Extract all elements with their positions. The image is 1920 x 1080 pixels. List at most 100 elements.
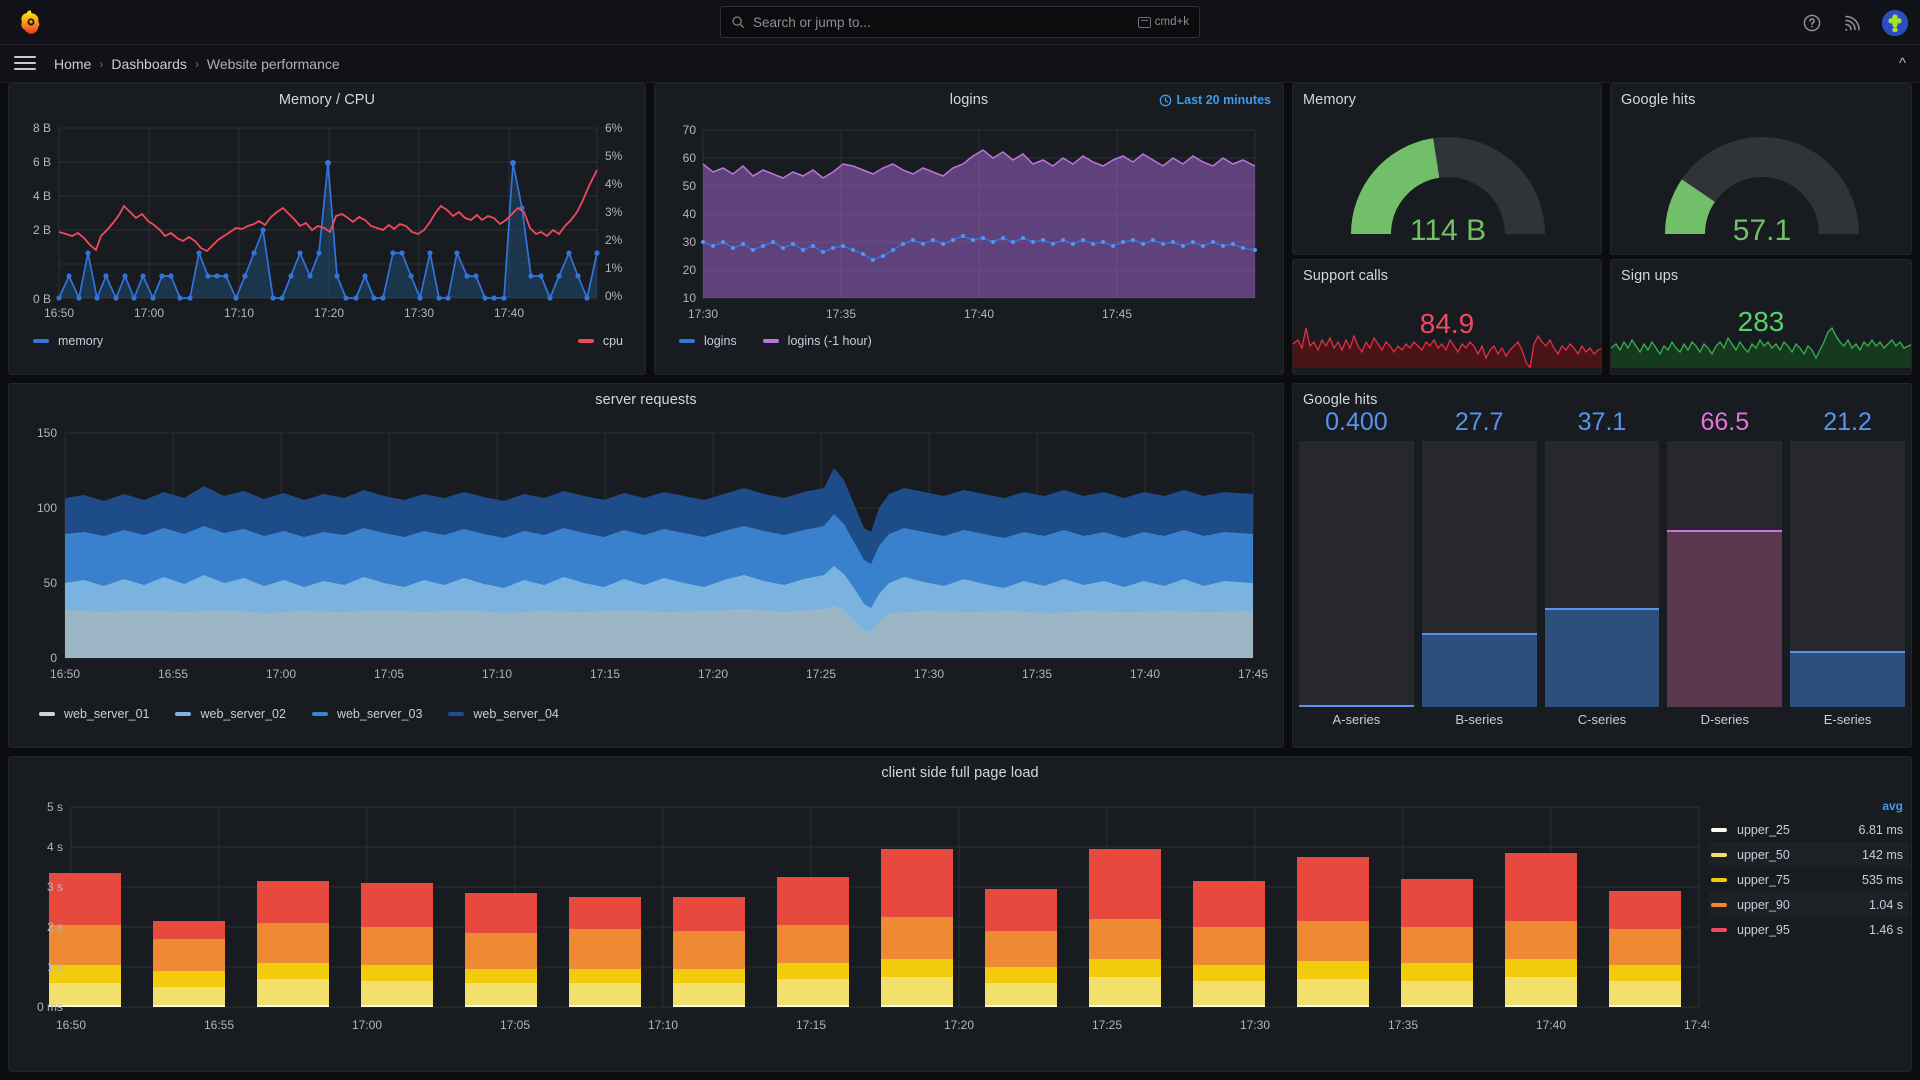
panel-memory-cpu: Memory / CPU 8 B 6 B 4 B 2 B 0 B 6% 5% 4… [8,83,646,375]
x-tick: 17:15 [796,1018,826,1032]
x-tick: 17:45 [1238,667,1268,681]
breadcrumb-bar: Home › Dashboards › Website performance … [0,45,1920,83]
y-tick: 0 [50,651,57,665]
x-tick: 16:55 [204,1018,234,1032]
y-tick: 10 [683,291,697,305]
bargauge-column-b-series[interactable]: 27.7 B-series [1421,408,1537,727]
chart-server-requests[interactable]: 150 100 50 0 16:50 16:55 17:00 17:05 17:… [9,408,1284,703]
bargauge-label: B-series [1455,712,1504,727]
panel-server-requests: server requests 150 100 50 0 16:50 16:55… [8,383,1284,748]
legend-item-logins[interactable]: logins [679,334,737,348]
bars-group [49,849,1681,1007]
legend-table-header-avg[interactable]: avg [1709,799,1909,817]
legend-label: upper_75 [1737,872,1790,887]
legend-table-page-load: avg upper_25 6.81 ms upper_50 142 ms upp… [1709,781,1909,1061]
gauge-value-text: 57.1 [1733,214,1791,247]
bargauge-column-c-series[interactable]: 37.1 C-series [1544,408,1660,727]
legend-table-row[interactable]: upper_50 142 ms [1709,842,1909,867]
help-circle-icon[interactable] [1802,13,1822,33]
breadcrumb-item-dashboards[interactable]: Dashboards [111,56,187,72]
clock-icon [1159,94,1171,106]
legend-table-row[interactable]: upper_90 1.04 s [1709,892,1909,917]
legend-item-memory[interactable]: memory [33,334,103,348]
bargauge-fill [1790,650,1905,707]
grafana-logo-icon[interactable] [16,7,46,37]
bargauge-column-a-series[interactable]: 0.400 A-series [1299,408,1414,727]
x-tick: 17:05 [374,667,404,681]
search-icon [731,15,745,29]
hamburger-menu-icon[interactable] [14,55,36,72]
x-tick: 17:30 [688,307,718,321]
bargauge-track [1299,441,1414,707]
bargauge-track [1544,441,1660,707]
legend-label: logins [704,334,737,348]
search-input[interactable]: Search or jump to... cmd+k [720,6,1200,38]
bar-stack [985,889,1057,1007]
stat-sign-ups[interactable]: 283 [1611,284,1911,368]
x-tick: 16:50 [50,667,80,681]
y-tick-left: 4 B [33,189,51,203]
legend-color-swatch [679,339,695,343]
legend-color-swatch [311,712,328,716]
legend-table-row[interactable]: upper_95 1.46 s [1709,917,1909,942]
y-tick-right: 6% [605,121,623,135]
breadcrumb-item-home[interactable]: Home [54,56,91,72]
breadcrumb-item-website-performance[interactable]: Website performance [207,56,340,72]
legend-label: upper_25 [1737,822,1790,837]
panel-title-memory-gauge: Memory [1303,92,1356,108]
rss-icon[interactable] [1842,13,1862,33]
bargauge-google-hits[interactable]: 0.400 A-series 27.7 B-series 37.1 C-seri… [1293,408,1911,733]
x-tick: 17:25 [806,667,836,681]
legend-table-row[interactable]: upper_75 535 ms [1709,867,1909,892]
stat-value-sign-ups: 283 [1737,306,1785,337]
gauge-memory[interactable]: 114 B [1293,108,1602,248]
legend-color-swatch [39,712,55,716]
panel-sign-ups: Sign ups 283 [1610,259,1912,375]
y-tick-left: 6 B [33,155,51,169]
chart-memory-cpu[interactable]: 8 B 6 B 4 B 2 B 0 B 6% 5% 4% 3% 2% 1% 0%… [9,108,646,330]
y-tick-left: 8 B [33,121,51,135]
gauge-google-hits[interactable]: 57.1 [1611,108,1912,248]
bargauge-track [1667,441,1783,707]
legend-item-web-server-04[interactable]: web_server_04 [448,707,559,721]
legend-server-requests: web_server_01 web_server_02 web_server_0… [9,703,1283,721]
bargauge-column-e-series[interactable]: 21.2 E-series [1790,408,1905,727]
x-tick: 17:45 [1684,1018,1709,1032]
legend-table-row[interactable]: upper_25 6.81 ms [1709,817,1909,842]
legend-color-swatch [1711,927,1727,932]
bar-stack [1193,881,1265,1007]
x-tick: 17:35 [1388,1018,1418,1032]
y-tick-right: 0% [605,289,623,303]
legend-item-web-server-01[interactable]: web_server_01 [39,707,149,721]
panel-google-hits-gauge: Google hits 57.1 [1610,83,1912,255]
user-avatar-icon[interactable] [1882,9,1908,36]
y-tick-right: 4% [605,177,623,191]
panel-title-page-load: client side full page load [881,765,1039,781]
chart-logins[interactable]: 70 60 50 40 30 20 10 17:30 17:35 17:40 1… [655,108,1284,330]
chart-page-load[interactable]: 5 s 4 s 3 s 2 s 1 s 0 ms 16:50 16:55 17:… [9,781,1709,1061]
bargauge-column-d-series[interactable]: 66.5 D-series [1667,408,1783,727]
legend-label: web_server_02 [200,707,286,721]
x-tick: 17:30 [914,667,944,681]
bar-stack [361,883,433,1007]
chevron-up-icon[interactable]: ^ [1899,56,1906,71]
legend-label: logins (-1 hour) [787,334,872,348]
y-tick-right: 2% [605,233,623,247]
legend-item-logins-prev[interactable]: logins (-1 hour) [762,334,872,348]
legend-item-web-server-02[interactable]: web_server_02 [175,707,286,721]
legend-item-web-server-03[interactable]: web_server_03 [311,707,422,721]
legend-color-swatch [1711,827,1727,832]
bargauge-fill [1667,530,1783,707]
y-tick: 70 [683,123,697,137]
panel-logins: logins Last 20 minutes 70 60 50 40 30 20… [654,83,1284,375]
panel-title-support-calls: Support calls [1303,268,1389,284]
y-tick-right: 1% [605,261,623,275]
legend-item-cpu[interactable]: cpu [577,334,623,348]
panel-title-sign-ups: Sign ups [1621,268,1679,284]
x-tick: 17:00 [352,1018,382,1032]
stat-support-calls[interactable]: 84.9 [1293,284,1601,368]
bargauge-value: 66.5 [1700,408,1750,436]
time-range-picker[interactable]: Last 20 minutes [1159,93,1271,107]
bargauge-value: 27.7 [1454,408,1504,436]
y-tick: 5 s [47,800,63,814]
